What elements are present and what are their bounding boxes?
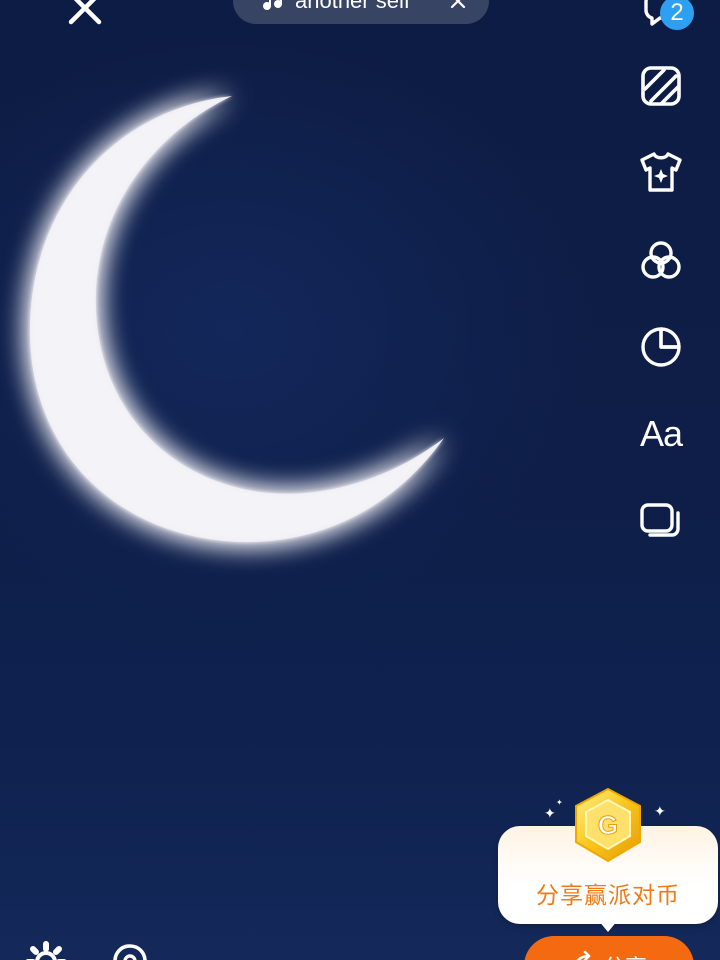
crescent-moon-artwork	[0, 60, 500, 600]
tshirt-icon	[640, 152, 682, 192]
pin-icon[interactable]	[108, 942, 152, 960]
music-title: another self	[295, 0, 410, 13]
texture-icon	[641, 66, 681, 106]
sparkle-icon: ✦	[544, 806, 556, 822]
layers-button[interactable]	[632, 491, 690, 549]
share-label: 分享	[603, 950, 647, 960]
story-editor-screen: another self Aa 2 分享赢派对币 ✦ ✦ ✦ G	[0, 0, 720, 960]
gear-icon[interactable]	[24, 940, 68, 960]
music-selector[interactable]: another self	[233, 0, 489, 24]
music-note-icon	[263, 0, 282, 10]
sticker-button[interactable]	[632, 318, 690, 376]
share-icon	[576, 950, 591, 960]
text-button[interactable]: Aa	[632, 405, 690, 463]
close-icon	[68, 0, 102, 25]
text-icon: Aa	[639, 413, 683, 454]
sparkle-icon: ✦	[654, 804, 666, 820]
layers-icon	[640, 503, 680, 537]
promo-pointer	[598, 920, 618, 932]
outfit-button[interactable]	[632, 143, 690, 201]
remove-music-icon[interactable]	[449, 0, 467, 10]
filter-button[interactable]	[632, 232, 690, 290]
svg-text:G: G	[598, 810, 618, 840]
texture-button[interactable]	[632, 57, 690, 115]
promo-text: 分享赢派对币	[536, 883, 680, 909]
coin-icon: G	[575, 787, 641, 863]
filter-circles-icon	[641, 241, 681, 279]
close-button[interactable]	[58, 0, 112, 30]
share-button[interactable]: 分享	[524, 936, 694, 960]
sparkle-icon: ✦	[556, 798, 563, 807]
sticker-icon	[641, 327, 681, 367]
